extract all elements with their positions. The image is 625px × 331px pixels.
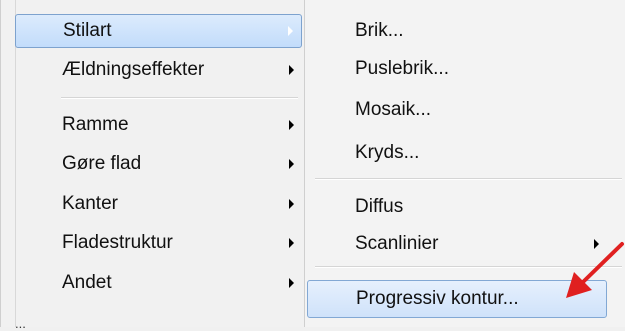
menu-item-kanter[interactable]: Kanter — [15, 187, 302, 221]
menu-separator — [315, 178, 622, 180]
menu-item-label: Scanlinier — [355, 233, 439, 254]
partial-menu-item-text: ... — [15, 316, 26, 331]
submenu-item-puslebrik[interactable]: Puslebrik... — [307, 52, 607, 86]
menu-item-ramme[interactable]: Ramme — [15, 108, 302, 142]
submenu-arrow-icon — [289, 199, 294, 209]
menu-item-stilart[interactable]: Stilart — [15, 14, 302, 48]
submenu-item-brik[interactable]: Brik... — [307, 14, 607, 48]
menu-item-gore-flad[interactable]: Gøre flad — [15, 147, 302, 181]
menu-item-label: Fladestruktur — [62, 232, 173, 253]
menu-item-andet[interactable]: Andet — [15, 266, 302, 300]
menu-item-label: Progressiv kontur... — [356, 288, 519, 309]
menu-item-label: Brik... — [355, 20, 404, 41]
submenu-arrow-icon — [594, 239, 599, 249]
submenu-arrow-icon — [289, 65, 294, 75]
submenu-item-kryds[interactable]: Kryds... — [307, 136, 607, 170]
menu-item-fladestruktur[interactable]: Fladestruktur — [15, 226, 302, 260]
submenu-item-diffus[interactable]: Diffus — [307, 190, 607, 224]
menu-item-label: Ældningseffekter — [62, 59, 205, 80]
submenu-item-scanlinier[interactable]: Scanlinier — [307, 227, 607, 261]
menu-item-label: Andet — [62, 272, 112, 293]
submenu-arrow-icon — [289, 238, 294, 248]
effects-menu: Stilart Ældningseffekter Ramme Gøre flad… — [0, 0, 305, 331]
menu-separator — [61, 97, 298, 99]
submenu-item-progressiv-kontur[interactable]: Progressiv kontur... — [307, 280, 607, 318]
submenu-arrow-icon — [288, 26, 293, 36]
menu-item-label: Stilart — [63, 20, 112, 41]
menu-item-label: Mosaik... — [355, 99, 432, 120]
submenu-arrow-icon — [289, 278, 294, 288]
menu-separator — [315, 266, 622, 268]
menu-item-label: Kanter — [62, 193, 118, 214]
stilart-submenu: Brik... Puslebrik... Mosaik... Kryds... … — [304, 0, 625, 327]
menu-item-label: Gøre flad — [62, 153, 142, 174]
submenu-item-mosaik[interactable]: Mosaik... — [307, 93, 607, 127]
menu-item-label: Puslebrik... — [355, 58, 449, 79]
submenu-arrow-icon — [289, 159, 294, 169]
menu-item-label: Diffus — [355, 196, 404, 217]
menu-item-aeldningseffekter[interactable]: Ældningseffekter — [15, 53, 302, 87]
menu-item-label: Kryds... — [355, 142, 420, 163]
submenu-arrow-icon — [289, 120, 294, 130]
menu-item-label: Ramme — [62, 114, 129, 135]
